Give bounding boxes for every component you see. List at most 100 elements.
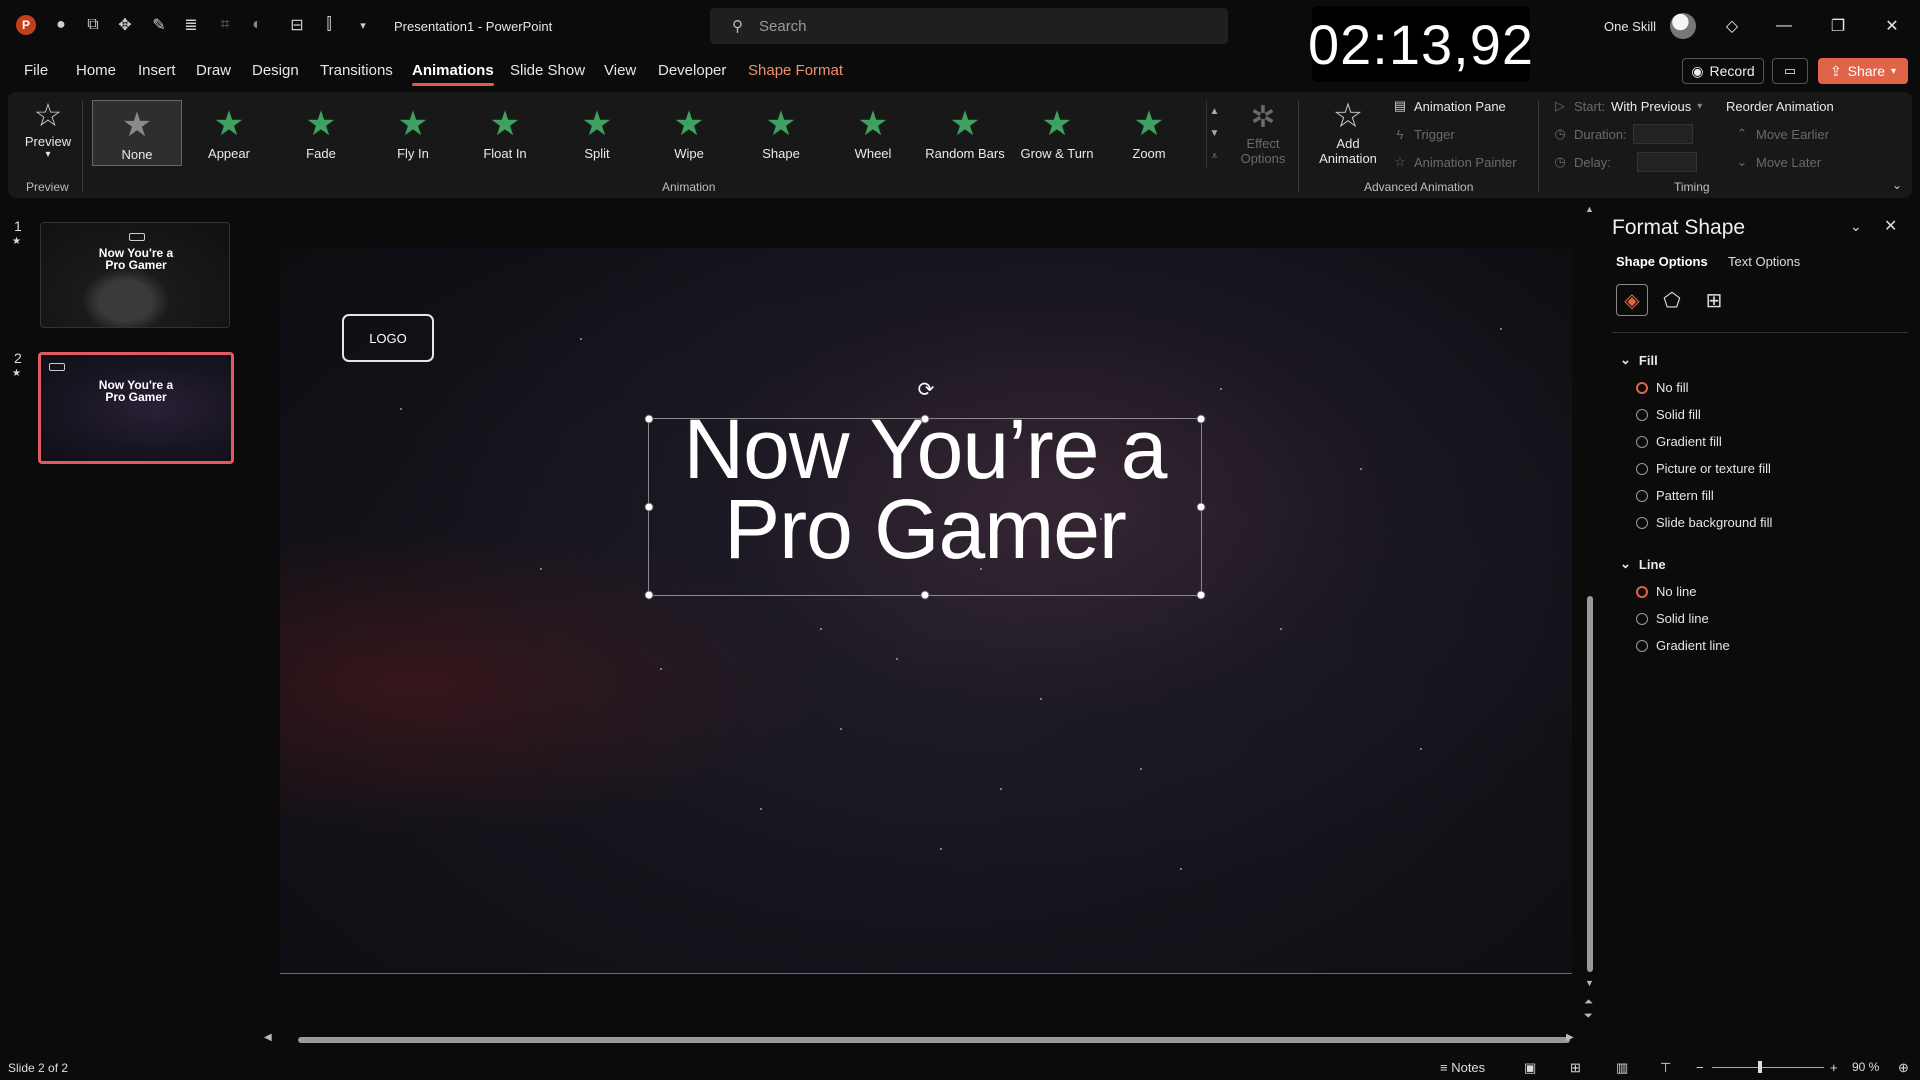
- line-option-gradient[interactable]: Gradient line: [1636, 638, 1730, 653]
- effects-pentagon-icon[interactable]: ⬠: [1656, 284, 1688, 316]
- move-later-button[interactable]: ⌄ Move Later: [1734, 152, 1822, 172]
- start-select[interactable]: With Previous: [1611, 99, 1691, 114]
- animation-wipe[interactable]: ★ Wipe: [644, 100, 734, 166]
- animation-zoom[interactable]: ★ Zoom: [1104, 100, 1194, 166]
- scroll-thumb[interactable]: [1587, 596, 1593, 972]
- distribute-icon[interactable]: ⊟: [286, 14, 308, 36]
- radio-checked[interactable]: [1636, 585, 1648, 598]
- size-properties-icon[interactable]: ⊞: [1698, 284, 1730, 316]
- avatar[interactable]: [1670, 13, 1696, 39]
- scroll-down-icon[interactable]: ▼: [1585, 978, 1594, 988]
- resize-handle[interactable]: [644, 590, 654, 600]
- scroll-up-icon[interactable]: ▲: [1585, 204, 1594, 214]
- tab-insert[interactable]: Insert: [138, 62, 176, 79]
- zoom-out-icon[interactable]: −: [1696, 1060, 1704, 1075]
- rotate-handle-icon[interactable]: ⟳: [914, 377, 938, 401]
- chevron-down-icon[interactable]: ⌄: [1850, 218, 1862, 235]
- tab-slide-show[interactable]: Slide Show: [510, 62, 585, 79]
- animation-appear[interactable]: ★ Appear: [184, 100, 274, 166]
- vertical-scrollbar[interactable]: ▲ ▼ ⏶ ⏷: [1584, 204, 1596, 1026]
- slide-title[interactable]: Now You’re a Pro Gamer: [649, 407, 1201, 571]
- fill-option-pattern[interactable]: Pattern fill: [1636, 488, 1714, 503]
- scroll-thumb[interactable]: [298, 1037, 1570, 1043]
- scroll-right-icon[interactable]: ▶: [1566, 1032, 1574, 1043]
- resize-handle[interactable]: [644, 414, 654, 424]
- tab-animations[interactable]: Animations: [412, 62, 494, 86]
- normal-view-icon[interactable]: ▣: [1524, 1060, 1536, 1076]
- radio[interactable]: [1636, 612, 1648, 625]
- resize-handle[interactable]: [920, 590, 930, 600]
- tab-text-options[interactable]: Text Options: [1728, 254, 1800, 269]
- move-earlier-button[interactable]: ⌃ Move Earlier: [1734, 124, 1829, 144]
- collapse-ribbon-icon[interactable]: ⌄: [1892, 178, 1902, 192]
- fill-option-solid[interactable]: Solid fill: [1636, 407, 1701, 422]
- zoom-slider[interactable]: [1712, 1067, 1824, 1068]
- preview-button[interactable]: ☆ Preview ▾: [22, 96, 74, 170]
- animation-none[interactable]: ★ None: [92, 100, 182, 166]
- animation-fly-in[interactable]: ★ Fly In: [368, 100, 458, 166]
- slideshow-icon[interactable]: ⊤: [1660, 1060, 1671, 1076]
- radio[interactable]: [1636, 489, 1648, 502]
- preview-icon[interactable]: ⧉: [82, 14, 104, 36]
- zoom-level[interactable]: 90 %: [1852, 1060, 1879, 1074]
- customize-qat-icon[interactable]: ▾: [352, 14, 374, 36]
- tab-design[interactable]: Design: [252, 62, 299, 79]
- horizontal-scrollbar[interactable]: ◀ ▶: [262, 1032, 1578, 1046]
- tab-draw[interactable]: Draw: [196, 62, 231, 79]
- restore-button[interactable]: ❐: [1826, 14, 1850, 38]
- fill-line-icon[interactable]: ◈: [1616, 284, 1648, 316]
- shapes-icon[interactable]: ◐: [246, 14, 268, 36]
- tab-developer[interactable]: Developer: [658, 62, 726, 79]
- add-animation-button[interactable]: ☆ Add Animation: [1312, 96, 1384, 174]
- title-textbox[interactable]: Now You’re a Pro Gamer ⟳: [644, 379, 1206, 600]
- resize-handle[interactable]: [920, 414, 930, 424]
- animation-shape[interactable]: ★ Shape: [736, 100, 826, 166]
- resize-handle[interactable]: [1196, 590, 1206, 600]
- animation-fade[interactable]: ★ Fade: [276, 100, 366, 166]
- slide-thumbnail-2[interactable]: Now You're a Pro Gamer: [38, 352, 234, 464]
- animation-pane-button[interactable]: ▤ Animation Pane: [1392, 96, 1506, 116]
- tab-view[interactable]: View: [604, 62, 636, 79]
- comments-button[interactable]: ▭: [1772, 58, 1808, 84]
- resize-handle[interactable]: [1196, 414, 1206, 424]
- align-icon[interactable]: ≣: [180, 14, 202, 36]
- user-name[interactable]: One Skill: [1604, 19, 1656, 34]
- zoom-slider-thumb[interactable]: [1758, 1061, 1762, 1073]
- search-input[interactable]: ⚲ Search: [710, 8, 1228, 44]
- trigger-button[interactable]: ϟ Trigger: [1392, 124, 1455, 144]
- diamond-icon[interactable]: ◇: [1720, 14, 1744, 38]
- logo-placeholder[interactable]: LOGO: [342, 314, 434, 362]
- close-icon[interactable]: ✕: [1884, 216, 1897, 236]
- tab-shape-options[interactable]: Shape Options: [1616, 254, 1708, 269]
- zoom-in-icon[interactable]: +: [1830, 1060, 1838, 1075]
- fill-option-slide-background[interactable]: Slide background fill: [1636, 515, 1772, 530]
- line-option-solid[interactable]: Solid line: [1636, 611, 1709, 626]
- animation-float-in[interactable]: ★ Float In: [460, 100, 550, 166]
- close-button[interactable]: ✕: [1880, 14, 1904, 38]
- notes-button[interactable]: ≡ Notes: [1440, 1060, 1485, 1075]
- autosave-icon[interactable]: ●: [50, 14, 72, 36]
- resize-handle[interactable]: [1196, 502, 1206, 512]
- expand-gallery-icon[interactable]: ⩡: [1212, 151, 1218, 162]
- gallery-scroll[interactable]: ▲ ▼ ⩡: [1206, 100, 1222, 168]
- radio[interactable]: [1636, 639, 1648, 652]
- tab-shape-format[interactable]: Shape Format: [748, 62, 843, 79]
- slide-canvas[interactable]: LOGO Now You’re a Pro Gamer ⟳: [280, 248, 1572, 974]
- fill-option-gradient[interactable]: Gradient fill: [1636, 434, 1722, 449]
- radio[interactable]: [1636, 435, 1648, 448]
- animation-wheel[interactable]: ★ Wheel: [828, 100, 918, 166]
- fill-option-picture[interactable]: Picture or texture fill: [1636, 461, 1771, 476]
- align-center-icon[interactable]: ⫿: [318, 14, 340, 36]
- scroll-down-icon[interactable]: ▼: [1210, 128, 1220, 139]
- radio[interactable]: [1636, 408, 1648, 421]
- fill-option-no-fill[interactable]: No fill: [1636, 380, 1689, 395]
- radio[interactable]: [1636, 462, 1648, 475]
- fit-slide-icon[interactable]: ⊕: [1898, 1060, 1909, 1076]
- fill-section-header[interactable]: ⌄ Fill: [1620, 352, 1658, 368]
- effect-options-button[interactable]: ✲ Effect Options: [1234, 100, 1292, 172]
- line-option-no-line[interactable]: No line: [1636, 584, 1696, 599]
- previous-slide-icon[interactable]: ⏶: [1584, 996, 1593, 1009]
- tab-transitions[interactable]: Transitions: [320, 62, 393, 79]
- minimize-button[interactable]: —: [1772, 14, 1796, 38]
- next-slide-icon[interactable]: ⏷: [1584, 1010, 1593, 1023]
